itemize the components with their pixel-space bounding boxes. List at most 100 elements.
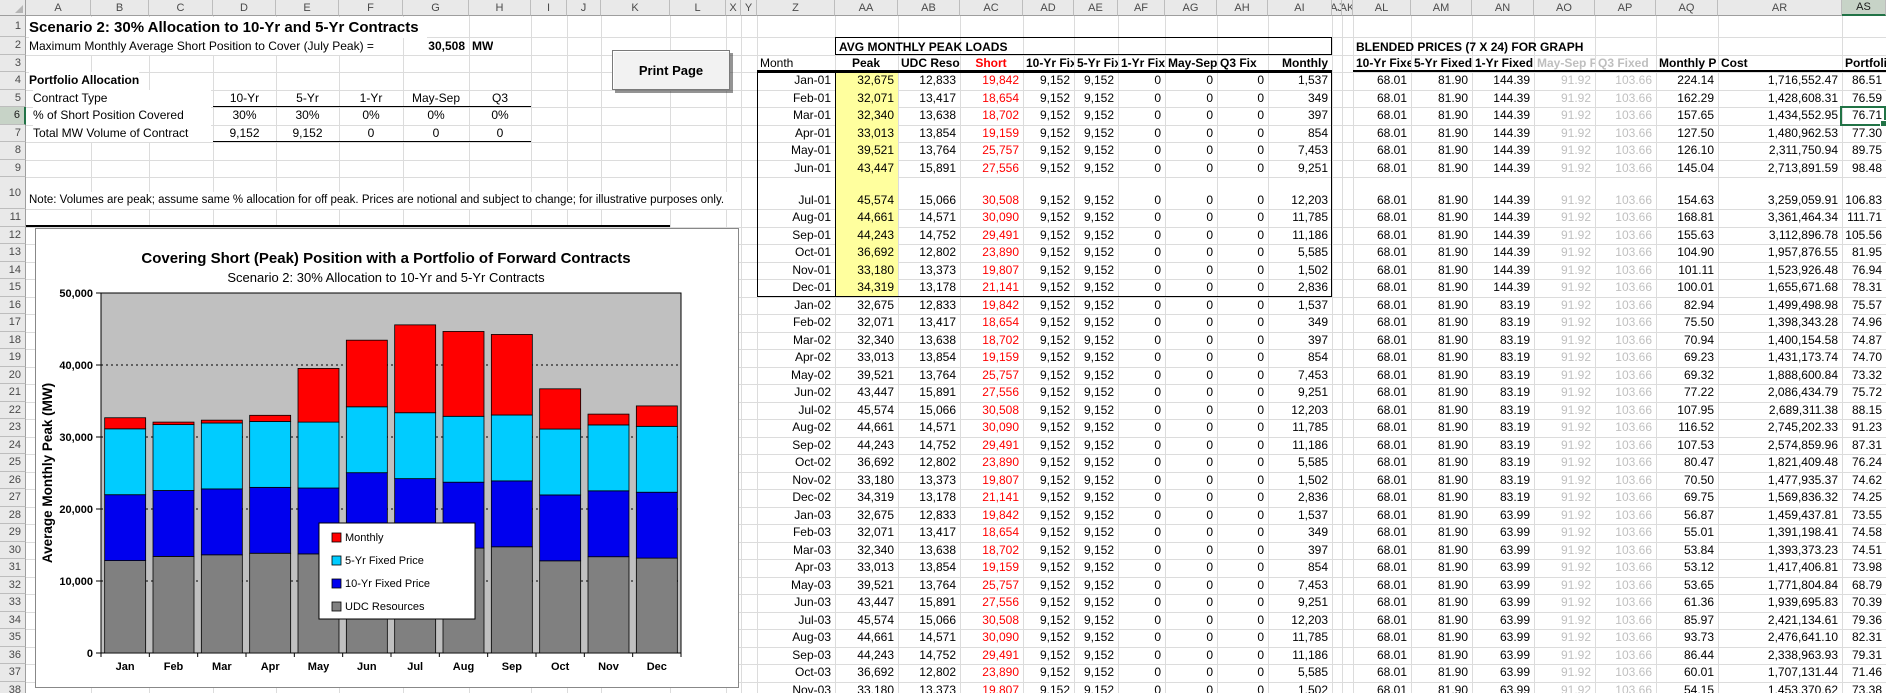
cell-maysep-volume[interactable]: 0 — [1165, 594, 1217, 612]
cell-short[interactable]: 25,757 — [960, 142, 1023, 160]
cell-10yr-volume[interactable]: 9,152 — [1023, 524, 1074, 542]
cell-udc[interactable]: 12,833 — [898, 72, 960, 90]
cell-monthly-price[interactable]: 154.63 — [1656, 192, 1718, 210]
cell-10yr-price[interactable]: 68.01 — [1353, 472, 1411, 490]
cell-udc[interactable]: 15,891 — [898, 594, 960, 612]
cell-q3-volume[interactable]: 0 — [1217, 314, 1268, 332]
cell-10yr-volume[interactable]: 9,152 — [1023, 142, 1074, 160]
cell-5yr-volume[interactable]: 9,152 — [1074, 664, 1118, 682]
cell-1yr-price[interactable]: 144.39 — [1472, 227, 1534, 245]
cell-q3-price[interactable]: 103.66 — [1595, 297, 1656, 315]
cell-q3-price[interactable]: 103.66 — [1595, 682, 1656, 693]
cell-cost[interactable]: 1,655,671.68 — [1718, 279, 1842, 297]
cell-q3-price[interactable]: 103.66 — [1595, 227, 1656, 245]
cell-cost[interactable]: 2,713,891.59 — [1718, 160, 1842, 178]
cell-q3-volume[interactable]: 0 — [1217, 454, 1268, 472]
cell-udc[interactable]: 13,373 — [898, 682, 960, 693]
cell-peak[interactable]: 32,071 — [835, 314, 898, 332]
cell-maysep-price[interactable]: 91.92 — [1534, 314, 1595, 332]
cell-1yr-volume[interactable]: 0 — [1118, 160, 1165, 178]
cell-peak[interactable]: 32,675 — [835, 297, 898, 315]
cell-peak[interactable]: 32,071 — [835, 524, 898, 542]
cell-short[interactable]: 19,159 — [960, 559, 1023, 577]
cell-month[interactable]: Oct-01 — [757, 244, 835, 262]
cell-maysep-volume[interactable]: 0 — [1165, 489, 1217, 507]
cell-5yr-volume[interactable]: 9,152 — [1074, 262, 1118, 280]
cell-1yr-price[interactable]: 144.39 — [1472, 90, 1534, 108]
cell-10yr-volume[interactable]: 9,152 — [1023, 594, 1074, 612]
column-header-AB[interactable]: AB — [898, 0, 960, 16]
cell-1yr-price[interactable]: 83.19 — [1472, 472, 1534, 490]
cell-peak[interactable]: 33,180 — [835, 472, 898, 490]
cell-udc[interactable]: 14,571 — [898, 419, 960, 437]
cell-monthly-volume[interactable]: 1,502 — [1268, 262, 1332, 280]
cell-q3-price[interactable]: 103.66 — [1595, 612, 1656, 630]
column-header-AR[interactable]: AR — [1718, 0, 1842, 16]
cell-month[interactable]: Aug-02 — [757, 419, 835, 437]
cell-maysep-volume[interactable]: 0 — [1165, 437, 1217, 455]
cell-cost[interactable]: 2,476,641.10 — [1718, 629, 1842, 647]
cell-monthly-price[interactable]: 107.95 — [1656, 402, 1718, 420]
cell-maysep-volume[interactable]: 0 — [1165, 72, 1217, 90]
peak-loads-header[interactable]: May-Sep — [1165, 55, 1217, 71]
cell-q3-price[interactable]: 103.66 — [1595, 472, 1656, 490]
cell-q3-volume[interactable]: 0 — [1217, 402, 1268, 420]
cell-udc[interactable]: 13,373 — [898, 262, 960, 280]
cell-maysep-price[interactable]: 91.92 — [1534, 160, 1595, 178]
cell-udc[interactable]: 13,417 — [898, 524, 960, 542]
cell-q3-volume[interactable]: 0 — [1217, 664, 1268, 682]
cell-month[interactable]: Jul-02 — [757, 402, 835, 420]
row-header-21[interactable]: 21 — [0, 384, 26, 402]
cell-q3-volume[interactable]: 0 — [1217, 384, 1268, 402]
cell-monthly-price[interactable]: 127.50 — [1656, 125, 1718, 143]
cell-monthly-price[interactable]: 70.50 — [1656, 472, 1718, 490]
cell-portfolio-avg[interactable]: 74.51 — [1842, 542, 1886, 560]
cell-portfolio-avg[interactable]: 77.30 — [1842, 125, 1886, 143]
cell-portfolio-avg[interactable]: 74.70 — [1842, 349, 1886, 367]
cell-maysep-price[interactable]: 91.92 — [1534, 664, 1595, 682]
cell-q3-price[interactable]: 103.66 — [1595, 629, 1656, 647]
cell-5yr-price[interactable]: 81.90 — [1411, 349, 1472, 367]
cell-monthly-price[interactable]: 77.22 — [1656, 384, 1718, 402]
cell-month[interactable]: Oct-02 — [757, 454, 835, 472]
row-header-15[interactable]: 15 — [0, 279, 26, 297]
cell-10yr-price[interactable]: 68.01 — [1353, 142, 1411, 160]
cell-1yr-price[interactable]: 83.19 — [1472, 419, 1534, 437]
cell-peak[interactable]: 39,521 — [835, 577, 898, 595]
cell-cost[interactable]: 1,428,608.31 — [1718, 90, 1842, 108]
cell-short[interactable]: 23,890 — [960, 244, 1023, 262]
cell-monthly-volume[interactable]: 1,537 — [1268, 297, 1332, 315]
cell-maysep-price[interactable]: 91.92 — [1534, 594, 1595, 612]
cell-10yr-volume[interactable]: 9,152 — [1023, 332, 1074, 350]
cell-1yr-price[interactable]: 144.39 — [1472, 142, 1534, 160]
column-header-A[interactable]: A — [26, 0, 91, 16]
column-header-AC[interactable]: AC — [960, 0, 1023, 16]
cell-10yr-price[interactable]: 68.01 — [1353, 107, 1411, 125]
cell-month[interactable]: Apr-02 — [757, 349, 835, 367]
peak-loads-header[interactable]: 10-Yr Fix — [1023, 55, 1074, 71]
cell-udc[interactable]: 15,891 — [898, 384, 960, 402]
cell-1yr-volume[interactable]: 0 — [1118, 262, 1165, 280]
cell-5yr-price[interactable]: 81.90 — [1411, 209, 1472, 227]
cell-maysep-volume[interactable]: 0 — [1165, 454, 1217, 472]
cell-q3-price[interactable]: 103.66 — [1595, 349, 1656, 367]
peak-loads-header[interactable]: 5-Yr Fix — [1074, 55, 1118, 71]
cell-monthly-price[interactable]: 162.29 — [1656, 90, 1718, 108]
cell-1yr-volume[interactable]: 0 — [1118, 142, 1165, 160]
cell-1yr-price[interactable]: 63.99 — [1472, 664, 1534, 682]
cell-maysep-volume[interactable]: 0 — [1165, 297, 1217, 315]
cell-q3-price[interactable]: 103.66 — [1595, 489, 1656, 507]
column-header-AS[interactable]: AS — [1842, 0, 1886, 16]
cell-maysep-volume[interactable]: 0 — [1165, 507, 1217, 525]
cell-q3-volume[interactable]: 0 — [1217, 629, 1268, 647]
cell-10yr-price[interactable]: 68.01 — [1353, 612, 1411, 630]
column-header-AK[interactable]: AK — [1342, 0, 1353, 16]
column-header-G[interactable]: G — [403, 0, 469, 16]
cell-maysep-price[interactable]: 91.92 — [1534, 244, 1595, 262]
cell-peak[interactable]: 33,180 — [835, 682, 898, 693]
cell-monthly-volume[interactable]: 1,502 — [1268, 472, 1332, 490]
cell-10yr-price[interactable]: 68.01 — [1353, 90, 1411, 108]
cell-1yr-volume[interactable]: 0 — [1118, 524, 1165, 542]
cell-peak[interactable]: 33,013 — [835, 559, 898, 577]
cell-5yr-price[interactable]: 81.90 — [1411, 647, 1472, 665]
